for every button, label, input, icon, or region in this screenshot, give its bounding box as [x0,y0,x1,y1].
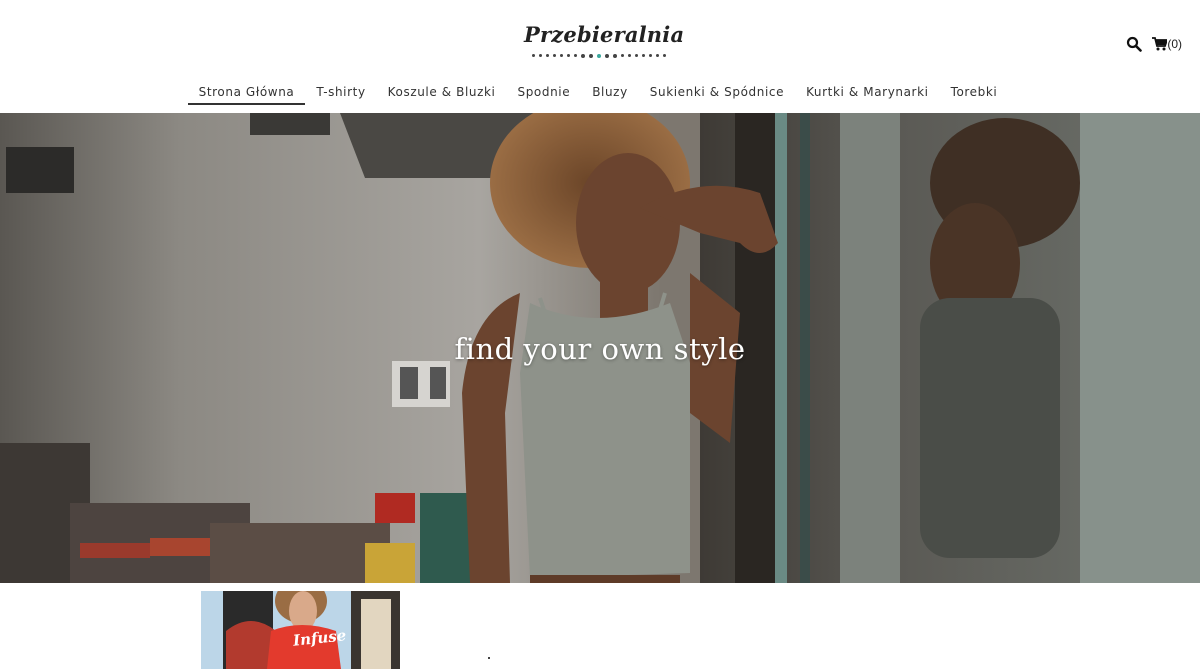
cart-icon [1152,37,1168,51]
search-icon[interactable] [1126,36,1143,52]
decorative-dot [488,657,490,659]
hero-title: find your own style [454,332,746,366]
site-header: Przebieralnia (0) Strona Główna T-shirty [0,0,1200,113]
logo-dots [524,53,674,58]
logo-text: Przebieralnia [524,22,685,47]
nav-item-strona-glowna[interactable]: Strona Główna [187,83,306,105]
nav-item-sukienki-spodnice[interactable]: Sukienki & Spódnice [639,83,795,105]
hero-banner[interactable]: find your own style [0,113,1200,583]
cart-count: (0) [1167,37,1182,51]
nav-item-bluzy[interactable]: Bluzy [581,83,639,105]
nav-item-t-shirty[interactable]: T-shirty [305,83,376,105]
cart-button[interactable]: (0) [1152,37,1182,51]
main-nav: Strona Główna T-shirty Koszule & Bluzki … [0,83,1200,105]
header-tools: (0) [1126,36,1182,52]
nav-item-torebki[interactable]: Torebki [940,83,1009,105]
nav-item-spodnie[interactable]: Spodnie [506,83,581,105]
nav-item-koszule-bluzki[interactable]: Koszule & Bluzki [377,83,507,105]
nav-list: Strona Główna T-shirty Koszule & Bluzki … [187,83,1009,105]
product-thumbnail[interactable]: Infuse [201,591,400,669]
nav-item-kurtki-marynarki[interactable]: Kurtki & Marynarki [795,83,940,105]
logo[interactable]: Przebieralnia [524,22,685,58]
